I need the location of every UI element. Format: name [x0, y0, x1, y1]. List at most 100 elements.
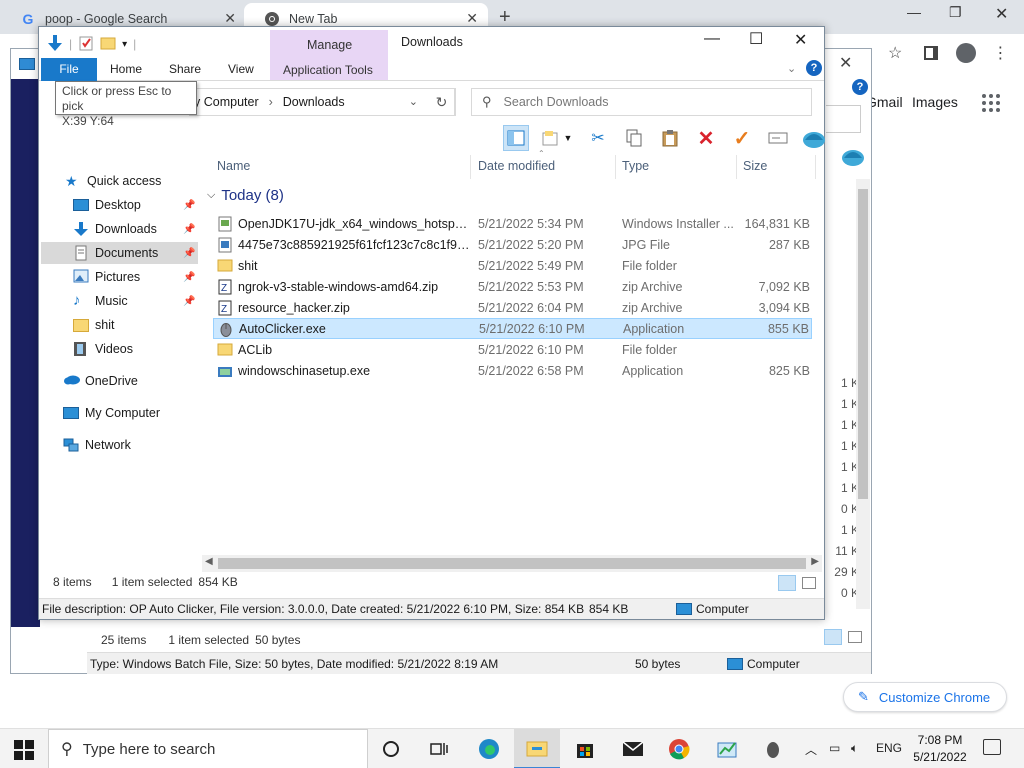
close-tab-icon[interactable]: ✕ — [466, 10, 478, 27]
tab-share[interactable]: Share — [169, 58, 201, 81]
scroll-thumb[interactable] — [858, 189, 868, 499]
system-clock[interactable]: 7:08 PM 5/21/2022 — [905, 732, 975, 766]
back-vertical-scrollbar[interactable] — [856, 179, 870, 609]
back-search-box[interactable] — [826, 105, 861, 133]
pin-icon[interactable]: 📌 — [183, 296, 195, 307]
microsoft-store-icon[interactable] — [562, 729, 608, 768]
column-header-name[interactable]: Name — [217, 159, 250, 173]
details-view-icon[interactable] — [778, 575, 796, 591]
address-dropdown-icon[interactable]: ⌄ — [409, 95, 418, 108]
windows-start-icon[interactable] — [14, 740, 34, 760]
file-row[interactable]: shit 5/21/2022 5:49 PM File folder — [213, 255, 812, 276]
properties-dropdown-icon[interactable]: ▼ — [539, 125, 575, 151]
maximize-icon[interactable]: ☐ — [749, 29, 763, 49]
pin-icon[interactable]: 📌 — [183, 248, 195, 259]
expand-ribbon-chevron-icon[interactable]: ⌄ — [787, 62, 796, 75]
column-divider[interactable] — [615, 155, 616, 179]
nav-onedrive[interactable]: OneDrive — [63, 370, 138, 392]
volume-icon[interactable]: 🔈︎ — [851, 741, 858, 756]
taskbar-search-input[interactable]: ⚲ Type here to search — [48, 729, 368, 768]
refresh-button[interactable]: ↻ — [428, 88, 456, 116]
rename-check-icon[interactable]: ✓ — [729, 125, 755, 151]
address-bar[interactable]: y Computer › Downloads ⌄ — [189, 88, 455, 116]
app-chart-icon[interactable] — [704, 729, 750, 768]
downloads-explorer-window[interactable]: | ▾ | Manage Downloads — ☐ ✕ File Home S… — [38, 26, 825, 620]
minimize-icon[interactable]: — — [704, 30, 720, 48]
file-explorer-icon[interactable] — [514, 729, 560, 768]
file-row[interactable]: Z ngrok-v3-stable-windows-amd64.zip 5/21… — [213, 276, 812, 297]
nav-quick-access[interactable]: ★ Quick access — [65, 170, 161, 192]
input-language[interactable]: ENG — [876, 741, 902, 755]
explorer-shell-icon[interactable] — [801, 125, 827, 151]
tab-file[interactable]: File — [41, 58, 97, 81]
scroll-right-icon[interactable]: ▶ — [811, 556, 819, 567]
nav-music[interactable]: ♪ Music 📌 — [73, 290, 198, 312]
close-icon[interactable]: ✕ — [995, 4, 1008, 24]
autoclicker-mouse-icon[interactable] — [750, 729, 796, 768]
file-row-selected[interactable]: AutoClicker.exe 5/21/2022 6:10 PM Applic… — [213, 318, 812, 339]
copy-icon[interactable] — [621, 125, 647, 151]
delete-icon[interactable]: ✕ — [693, 125, 719, 151]
pin-icon[interactable]: 📌 — [183, 224, 195, 235]
column-divider[interactable] — [470, 155, 471, 179]
customize-chrome-button[interactable]: ✎ Customize Chrome — [843, 682, 1007, 712]
notifications-icon[interactable] — [983, 739, 1001, 755]
profile-avatar-icon[interactable] — [956, 43, 977, 63]
google-apps-icon[interactable] — [982, 94, 1000, 112]
nav-videos[interactable]: Videos — [73, 338, 133, 360]
back-close-icon[interactable]: ✕ — [839, 53, 852, 73]
scroll-thumb[interactable] — [218, 558, 806, 569]
column-header-type[interactable]: Type — [622, 159, 649, 173]
down-arrow-icon[interactable] — [47, 34, 63, 55]
column-header-date[interactable]: Date modified — [478, 159, 555, 173]
pin-icon[interactable]: 📌 — [183, 200, 195, 211]
preview-pane-icon[interactable] — [503, 125, 529, 151]
close-tab-icon[interactable]: ✕ — [224, 10, 236, 27]
file-row[interactable]: 4475e73c885921925f61fcf123c7c8c1f93e1...… — [213, 234, 812, 255]
minimize-icon[interactable]: — — [907, 4, 921, 20]
tab-home[interactable]: Home — [110, 58, 142, 81]
column-divider[interactable] — [815, 155, 816, 179]
scroll-left-icon[interactable]: ◀ — [205, 556, 213, 567]
tray-overflow-chevron-icon[interactable]: ︿ — [805, 741, 817, 758]
paste-icon[interactable] — [657, 125, 683, 151]
menu-kebab-icon[interactable]: ⋮ — [992, 43, 1008, 63]
pin-icon[interactable]: 📌 — [183, 272, 195, 283]
images-link[interactable]: Images — [912, 94, 958, 110]
network-tray-icon[interactable]: ▭ — [829, 741, 840, 755]
nav-network[interactable]: Network — [63, 434, 131, 456]
cut-icon[interactable]: ✂ — [585, 125, 611, 151]
horizontal-scrollbar[interactable]: ◀ ▶ — [202, 555, 822, 572]
tab-view[interactable]: View — [228, 58, 254, 81]
tab-application-tools[interactable]: Application Tools — [283, 63, 373, 77]
new-folder-icon[interactable] — [100, 36, 116, 53]
search-input[interactable]: ⚲ Search Downloads — [471, 88, 812, 116]
help-icon[interactable]: ? — [806, 60, 822, 76]
mail-icon[interactable] — [610, 729, 656, 768]
details-view-icon[interactable] — [824, 629, 842, 645]
nav-shit-folder[interactable]: shit — [73, 314, 114, 336]
customize-qat-icon[interactable]: ▾ — [122, 39, 127, 50]
file-row[interactable]: OpenJDK17U-jdk_x64_windows_hotspot_... 5… — [213, 213, 812, 234]
nav-pictures[interactable]: Pictures 📌 — [73, 266, 198, 288]
column-divider[interactable] — [736, 155, 737, 179]
file-row[interactable]: Z resource_hacker.zip 5/21/2022 6:04 PM … — [213, 297, 812, 318]
large-icons-view-icon[interactable] — [848, 631, 862, 643]
close-icon[interactable]: ✕ — [794, 30, 807, 50]
back-explorer-shell-icon[interactable] — [840, 146, 866, 169]
cortana-icon[interactable] — [368, 729, 414, 768]
back-help-icon[interactable]: ? — [852, 79, 868, 95]
file-row[interactable]: ACLib 5/21/2022 6:10 PM File folder — [213, 339, 812, 360]
edge-icon[interactable] — [466, 729, 512, 768]
rename-field-icon[interactable] — [765, 125, 791, 151]
column-header-size[interactable]: Size — [743, 159, 767, 173]
properties-icon[interactable] — [78, 35, 94, 54]
bookmark-star-icon[interactable]: ☆ — [888, 43, 902, 63]
file-row[interactable]: windowschinasetup.exe 5/21/2022 6:58 PM … — [213, 360, 812, 381]
nav-documents[interactable]: Documents 📌 — [41, 242, 198, 264]
task-view-icon[interactable] — [416, 729, 462, 768]
side-panel-icon[interactable] — [924, 46, 939, 60]
breadcrumb-downloads[interactable]: Downloads — [283, 95, 345, 109]
nav-my-computer[interactable]: My Computer — [63, 402, 160, 424]
nav-desktop[interactable]: Desktop 📌 — [73, 194, 198, 216]
